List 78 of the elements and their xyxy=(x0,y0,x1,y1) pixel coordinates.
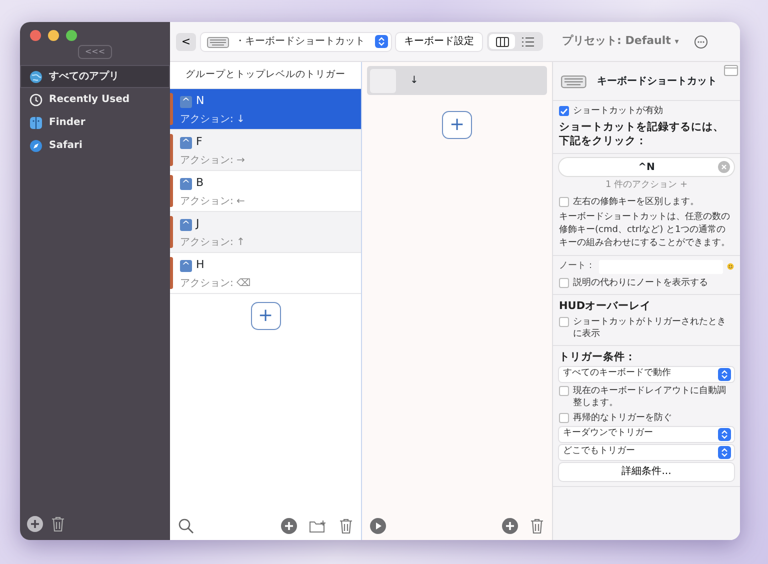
section-heading: トリガー条件： xyxy=(559,350,637,364)
sidebar-item[interactable]: すべてのアプリ xyxy=(20,65,170,88)
preset-menu[interactable]: プリセット: Default ▾ xyxy=(562,33,679,50)
search-icon[interactable] xyxy=(178,518,194,534)
checkbox[interactable] xyxy=(559,106,569,116)
globe-icon xyxy=(29,70,43,84)
modifier-key-icon: ^ xyxy=(180,96,192,108)
clock-icon xyxy=(29,92,43,106)
checkbox[interactable] xyxy=(559,386,569,396)
key-label: N xyxy=(196,93,204,110)
checkbox[interactable] xyxy=(559,412,569,422)
inspector-title: キーボードショートカット xyxy=(597,74,717,88)
sidebar-item[interactable]: Finder xyxy=(20,111,170,134)
shortcut-field[interactable]: ^N xyxy=(559,158,734,176)
action-label: アクション: ↓ xyxy=(180,112,246,127)
trigger-row[interactable]: ^ F アクション: → xyxy=(170,130,361,172)
checkbox-label: 説明の代わりにノートを表示する xyxy=(573,276,708,288)
window-control-icon[interactable] xyxy=(66,30,77,41)
add-icon[interactable] xyxy=(27,516,43,532)
add-icon[interactable] xyxy=(281,518,297,534)
checkbox-label: ショートカットがトリガーされたときに表示 xyxy=(573,316,727,340)
stepper-icon[interactable] xyxy=(718,446,731,458)
trash-icon[interactable] xyxy=(51,516,65,532)
stepper-icon[interactable] xyxy=(718,428,731,440)
stepper-icon[interactable] xyxy=(375,35,388,48)
key-label: J xyxy=(196,216,200,232)
action-label: アクション: ← xyxy=(180,194,246,209)
modifier-key-icon: ^ xyxy=(180,178,192,190)
checkbox-label: 再帰的なトリガーを防ぐ xyxy=(573,412,672,424)
keyboard-settings-button[interactable]: キーボード設定 xyxy=(396,32,482,50)
key-label: B xyxy=(196,175,204,192)
action-label: アクション: ↑ xyxy=(180,236,246,250)
checkbox[interactable] xyxy=(559,278,569,288)
dropdown[interactable]: どこでもトリガー xyxy=(559,444,734,460)
description-text: キーボードショートカットは、任意の数の修飾キー(cmd、ctrlなど) と1つの通常のキーの組み合わせにすることができます。 xyxy=(559,210,731,250)
add-icon[interactable] xyxy=(502,518,518,534)
sidebar-item[interactable]: Safari xyxy=(20,134,170,157)
stepper-icon[interactable] xyxy=(718,368,731,380)
add-trigger-button[interactable]: + xyxy=(250,302,280,330)
more-icon[interactable] xyxy=(694,34,708,48)
trigger-row[interactable]: ^ N アクション: ↓ xyxy=(170,89,361,130)
trigger-row[interactable]: ^ J アクション: ↑ xyxy=(170,212,361,254)
new-folder-icon[interactable] xyxy=(309,518,327,534)
trash-icon[interactable] xyxy=(339,518,353,534)
trash-icon[interactable] xyxy=(530,518,544,534)
action-label: アクション: ⌫ xyxy=(180,276,252,291)
column-view-button[interactable] xyxy=(489,34,515,49)
compass-icon xyxy=(29,138,43,152)
checkbox-label: ショートカットが有効 xyxy=(573,105,663,117)
section-heading: HUDオーバーレイ xyxy=(559,298,652,312)
action-label: ↓ xyxy=(410,74,418,88)
action-row[interactable]: ↓ xyxy=(367,66,547,95)
add-action-button[interactable]: + xyxy=(442,111,472,139)
dropdown[interactable]: すべてのキーボードで動作 xyxy=(559,366,734,382)
key-label: F xyxy=(196,134,202,150)
columns-icon[interactable] xyxy=(496,36,508,46)
modifier-key-icon: ^ xyxy=(180,260,192,272)
section-heading: ショートカットを記録するには、下記をクリック： xyxy=(559,120,725,148)
play-icon[interactable] xyxy=(370,518,386,534)
checkbox[interactable] xyxy=(559,196,569,206)
advanced-conditions-button[interactable]: 詳細条件... xyxy=(559,462,734,480)
checkbox[interactable] xyxy=(559,316,569,326)
list-icon[interactable] xyxy=(522,36,534,46)
key-label: H xyxy=(196,257,204,274)
back-button[interactable]: < xyxy=(176,32,196,50)
checkbox-label: 左右の修飾キーを区別します。 xyxy=(573,196,699,208)
note-label: ノート： xyxy=(559,260,595,273)
window-control-icon[interactable] xyxy=(30,30,41,41)
dropdown[interactable]: キーダウンでトリガー xyxy=(559,426,734,442)
modifier-key-icon: ^ xyxy=(180,218,192,230)
action-label: アクション: → xyxy=(180,154,246,168)
window-icon[interactable] xyxy=(724,65,738,76)
checkbox-label: 現在のキーボードレイアウトに自動調整します。 xyxy=(573,384,727,408)
modifier-key-icon: ^ xyxy=(180,136,192,148)
window-control-icon[interactable] xyxy=(48,30,59,41)
finder-icon xyxy=(29,116,43,130)
trigger-type-select[interactable]: ・キーボードショートカット xyxy=(201,32,391,50)
sidebar-item[interactable]: Recently Used xyxy=(20,88,170,111)
